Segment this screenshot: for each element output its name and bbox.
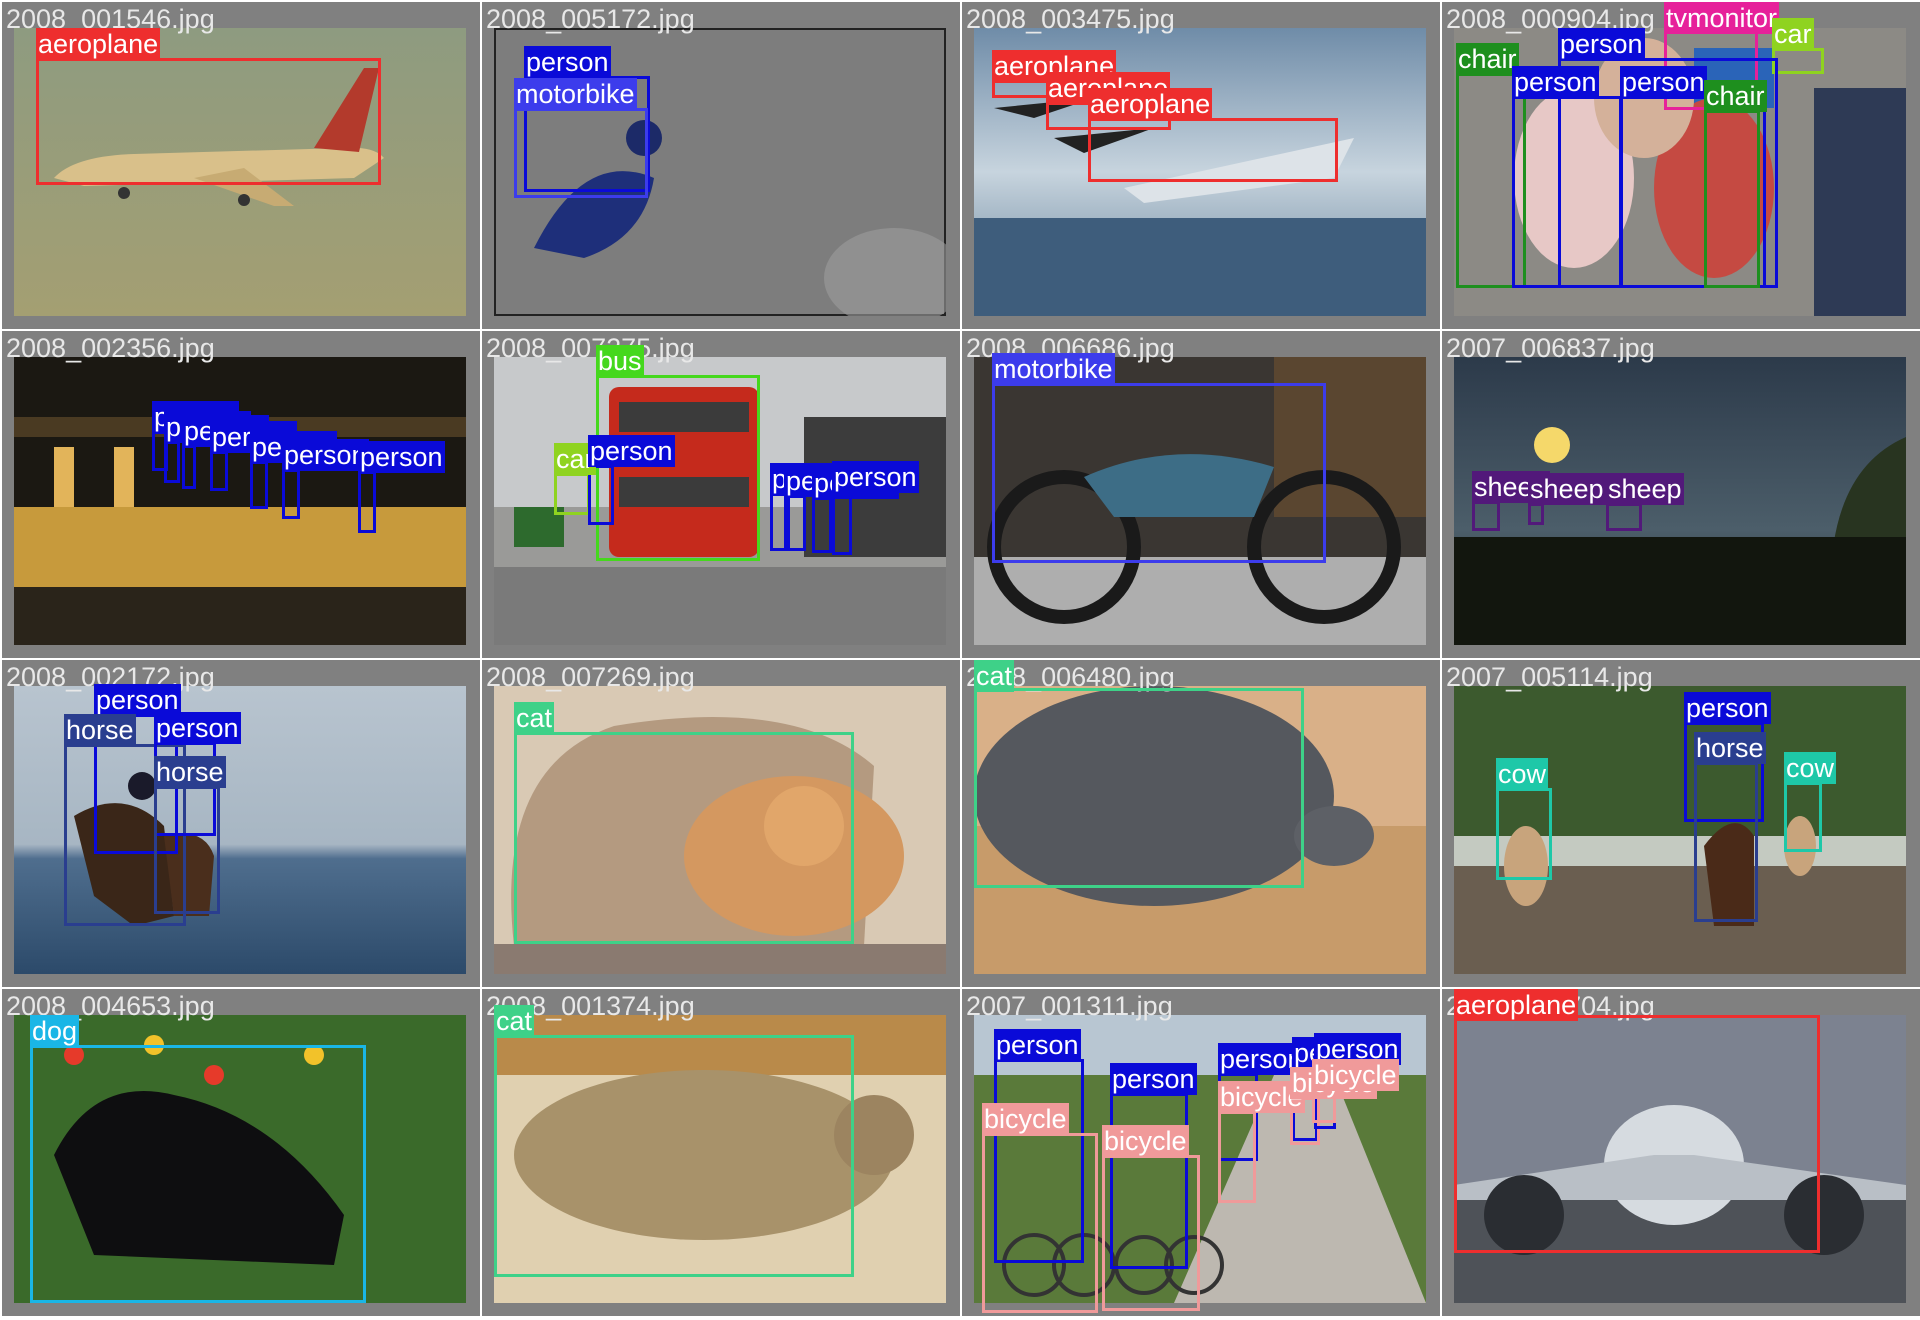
detection-grid: 2008_001546.jpg aeroplane 2008_005172.jpg… [0,0,1920,1320]
image-tile[interactable]: 2007_005114.jpgperson horse cow cow [1442,660,1920,987]
image-filename: 2007_001311.jpg [966,991,1173,1021]
image-filename: 2008_007269.jpg [486,662,695,692]
image-tile[interactable]: 2008_006686.jpg motorbike [962,331,1440,658]
detection-label-bicycle: bicycle [1102,1125,1189,1157]
image-tile[interactable]: 2008_002356.jpgpersonpersonpersonpersonp… [2,331,480,658]
bounding-box-aeroplane [36,58,381,185]
detection-label-aeroplane: aeroplane [36,28,161,60]
bounding-box-car [1772,48,1824,74]
bounding-box-cat [974,688,1304,888]
scene-image [14,357,466,645]
bounding-box-chair [1704,110,1760,288]
detection-label-aeroplane: aeroplane [1088,88,1213,120]
detection-label-car: car [1772,18,1814,50]
detection-label-horse: horse [154,756,226,788]
bounding-box-sheep [1472,501,1500,531]
bounding-box-bicycle [1102,1155,1200,1311]
detection-label-cow: cow [1784,752,1837,784]
bounding-box-aeroplane [1088,118,1338,182]
bounding-box-person [784,495,806,551]
detection-label-chair: chair [1704,80,1767,112]
bounding-box-person [358,471,376,533]
image-tile[interactable]: 2008_006480.jpg cat [962,660,1440,987]
image-tile[interactable]: 2008_004653.jpg dog [2,989,480,1316]
image-tile[interactable]: 2008_001546.jpg aeroplane [2,2,480,329]
detection-label-person: person [994,1029,1081,1061]
detection-label-cow: cow [1496,758,1549,790]
bounding-box-bicycle [982,1133,1098,1313]
bounding-box-person [282,469,300,519]
bounding-box-motorbike [514,108,648,198]
bounding-box-car [554,473,590,515]
bounding-box-cow [1784,782,1822,852]
detection-label-bus: bus [596,345,644,377]
bounding-box-person [250,461,268,509]
detection-label-person: person [832,461,919,493]
detection-label-person: person [1620,66,1707,98]
bounding-box-person [164,441,180,483]
detection-label-motorbike: motorbike [514,78,637,110]
bounding-box-bus [596,375,760,561]
detection-label-sheep: sheep [1606,473,1684,505]
detection-label-cat: cat [494,1005,535,1037]
detection-label-person: person [588,435,675,467]
image-tile[interactable]: 2008_000904.jpg tvmonitor car person chair pe… [1442,2,1920,329]
bounding-box-cat [514,732,854,944]
image-tile[interactable]: 2007_001311.jpgperson bicycle person bicycl… [962,989,1440,1316]
detection-label-bicycle: bicycle [1312,1059,1399,1091]
image-tile[interactable]: 2008_003475.jpgaeroplaneaeroplaneaeropla… [962,2,1440,329]
detection-label-person: person [1558,28,1645,60]
image-filename: 2007_006837.jpg [1446,333,1655,363]
image-filename: 2008_003475.jpg [966,4,1175,34]
detection-label-person: person [282,439,369,471]
image-filename: 2007_005114.jpg [1446,662,1653,692]
bounding-box-aeroplane [1454,1015,1820,1253]
detection-label-sheep: sheep [1528,473,1606,505]
bounding-box-person [210,451,228,491]
image-tile[interactable]: 2008_007269.jpgcat [482,660,960,987]
image-tile[interactable]: 2008_001374.jpg cat [482,989,960,1316]
detection-label-person: person [1684,692,1771,724]
image-filename: 2008_007275.jpg [486,333,695,363]
detection-label-person: person [1512,66,1599,98]
detection-label-cat: cat [974,660,1015,692]
detection-label-chair: chair [1456,43,1519,75]
bounding-box-cat [494,1035,854,1277]
detection-label-person: person [524,46,611,78]
detection-label-bicycle: bicycle [982,1103,1069,1135]
image-filename: 2008_005172.jpg [486,4,695,34]
image-tile[interactable]: 2008_004704.jpgaeroplane [1442,989,1920,1316]
detection-label-aeroplane: aeroplane [1454,989,1579,1021]
image-filename: 2008_002356.jpg [6,333,215,363]
image-tile[interactable]: 2007_006837.jpg sheep sheep sheep [1442,331,1920,658]
bounding-box-dog [30,1045,366,1303]
bounding-box-person [1512,96,1622,288]
image-tile[interactable]: 2008_007275.jpgbuscarpersonpersonpersonp… [482,331,960,658]
bounding-box-motorbike [992,383,1326,563]
detection-label-person: person [1110,1063,1197,1095]
detection-label-tvmonitor: tvmonitor [1664,2,1780,34]
bounding-box-person [182,445,196,489]
detection-label-person: person [358,441,445,473]
bounding-box-person [832,491,852,555]
detection-label-person: person [154,712,241,744]
detection-label-motorbike: motorbike [992,353,1115,385]
detection-label-horse: horse [1694,732,1766,764]
bounding-box-person [812,497,832,553]
detection-label-dog: dog [30,1015,80,1047]
bounding-box-cow [1496,788,1552,880]
bounding-box-horse [154,786,220,914]
image-tile[interactable]: 2008_005172.jpgperson motorbike [482,2,960,329]
bounding-box-sheep [1528,503,1544,525]
bounding-box-bicycle [1218,1111,1256,1203]
bounding-box-horse [1694,762,1758,922]
bounding-box-sheep [1606,503,1642,531]
image-tile[interactable]: 2008_002172.jpg person horse person horse [2,660,480,987]
detection-label-cat: cat [514,702,555,734]
detection-label-horse: horse [64,714,136,746]
